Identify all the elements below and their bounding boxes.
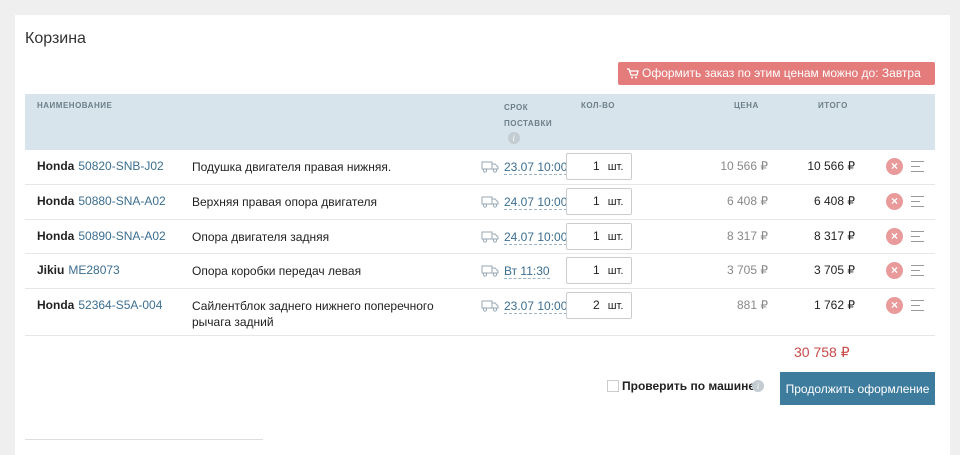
menu-icon[interactable] (911, 161, 924, 176)
description: Верхняя правая опора двигателя (192, 195, 378, 209)
info-icon[interactable]: i (508, 132, 520, 144)
col-qty: КОЛ-ВО (581, 101, 615, 110)
quantity-input[interactable]: 1 шт. (566, 223, 632, 250)
col-name: НАИМЕНОВАНИЕ (37, 101, 113, 110)
part-number-link[interactable]: 50890-SNA-A02 (78, 229, 165, 243)
brand: Honda 50880-SNA-A02 (37, 194, 166, 208)
description: Подушка двигателя правая нижняя. (192, 160, 392, 174)
delivery-date-link[interactable]: 23.07 10:00 (504, 161, 568, 175)
delivery-date-link[interactable]: 24.07 10:00 (504, 196, 568, 210)
menu-icon[interactable] (911, 231, 924, 246)
quantity-input[interactable]: 1 шт. (566, 257, 632, 284)
table-row: Honda 50890-SNA-A02 Опора двигателя задня… (25, 220, 935, 254)
remove-icon[interactable]: × (886, 158, 903, 175)
grand-total: 30 758 ₽ (794, 344, 850, 360)
remove-icon[interactable]: × (886, 262, 903, 279)
menu-icon[interactable] (911, 265, 924, 280)
truck-icon (481, 231, 499, 243)
part-number-link[interactable]: ME28073 (68, 263, 119, 277)
price: 881 ₽ (737, 298, 768, 312)
check-by-car-checkbox[interactable] (607, 380, 619, 392)
table-header: НАИМЕНОВАНИЕ СРОК ПОСТАВКИ i КОЛ-ВО ЦЕНА… (25, 94, 935, 150)
delivery-date-link[interactable]: 23.07 10:00 (504, 300, 568, 314)
truck-icon (481, 161, 499, 173)
info-icon[interactable]: i (752, 380, 764, 392)
truck-icon (481, 300, 499, 312)
truck-icon (481, 196, 499, 208)
table-row: Honda 50820-SNB-J02 Подушка двигателя пра… (25, 150, 935, 185)
brand: Jikiu ME28073 (37, 263, 120, 277)
row-total: 6 408 ₽ (814, 194, 855, 208)
quantity-input[interactable]: 1 шт. (566, 188, 632, 215)
deadline-badge: Оформить заказ по этим ценам можно до: З… (618, 62, 935, 103)
remove-icon[interactable]: × (886, 297, 903, 314)
col-total: ИТОГО (818, 101, 848, 110)
part-number-link[interactable]: 50820-SNB-J02 (78, 159, 163, 173)
table-row: Honda 50880-SNA-A02 Верхняя правая опора … (25, 185, 935, 220)
remove-icon[interactable]: × (886, 228, 903, 245)
divider (25, 439, 263, 440)
brand: Honda 50820-SNB-J02 (37, 159, 164, 173)
price: 6 408 ₽ (727, 194, 768, 208)
brand: Honda 50890-SNA-A02 (37, 229, 166, 243)
col-delivery-1: СРОК (504, 103, 529, 112)
description: Опора двигателя задняя (192, 230, 330, 244)
remove-icon[interactable]: × (886, 193, 903, 210)
brand: Honda 52364-S5A-004 (37, 298, 163, 312)
row-total: 1 762 ₽ (814, 298, 855, 312)
menu-icon[interactable] (911, 300, 924, 315)
description: Опора коробки передач левая (192, 264, 362, 278)
delivery-date-link[interactable]: 24.07 10:00 (504, 231, 568, 245)
price: 3 705 ₽ (727, 263, 768, 277)
check-by-car-label[interactable]: Проверить по машине (622, 379, 755, 393)
truck-icon (481, 265, 499, 277)
col-price: ЦЕНА (734, 101, 759, 110)
price: 8 317 ₽ (727, 229, 768, 243)
menu-icon[interactable] (911, 196, 924, 211)
cart-icon (627, 68, 639, 79)
page-title: Корзина (25, 30, 86, 47)
row-total: 3 705 ₽ (814, 263, 855, 277)
quantity-input[interactable]: 2 шт. (566, 292, 632, 319)
continue-checkout-button[interactable]: Продолжить оформление (780, 372, 935, 405)
col-delivery-2: ПОСТАВКИ (504, 119, 553, 128)
row-total: 10 566 ₽ (807, 159, 855, 173)
table-row: Honda 52364-S5A-004 Сайлентблок заднего н… (25, 289, 935, 336)
row-total: 8 317 ₽ (814, 229, 855, 243)
price: 10 566 ₽ (720, 159, 768, 173)
table-row: Jikiu ME28073 Опора коробки передач левая… (25, 254, 935, 289)
delivery-date-link[interactable]: Вт 11:30 (504, 265, 550, 279)
cart-panel: Корзина Оформить заказ по этим ценам мож… (15, 15, 950, 455)
quantity-input[interactable]: 1 шт. (566, 153, 632, 180)
part-number-link[interactable]: 50880-SNA-A02 (78, 194, 165, 208)
part-number-link[interactable]: 52364-S5A-004 (78, 298, 162, 312)
description: Сайлентблок заднего нижнего поперечного … (192, 299, 434, 329)
